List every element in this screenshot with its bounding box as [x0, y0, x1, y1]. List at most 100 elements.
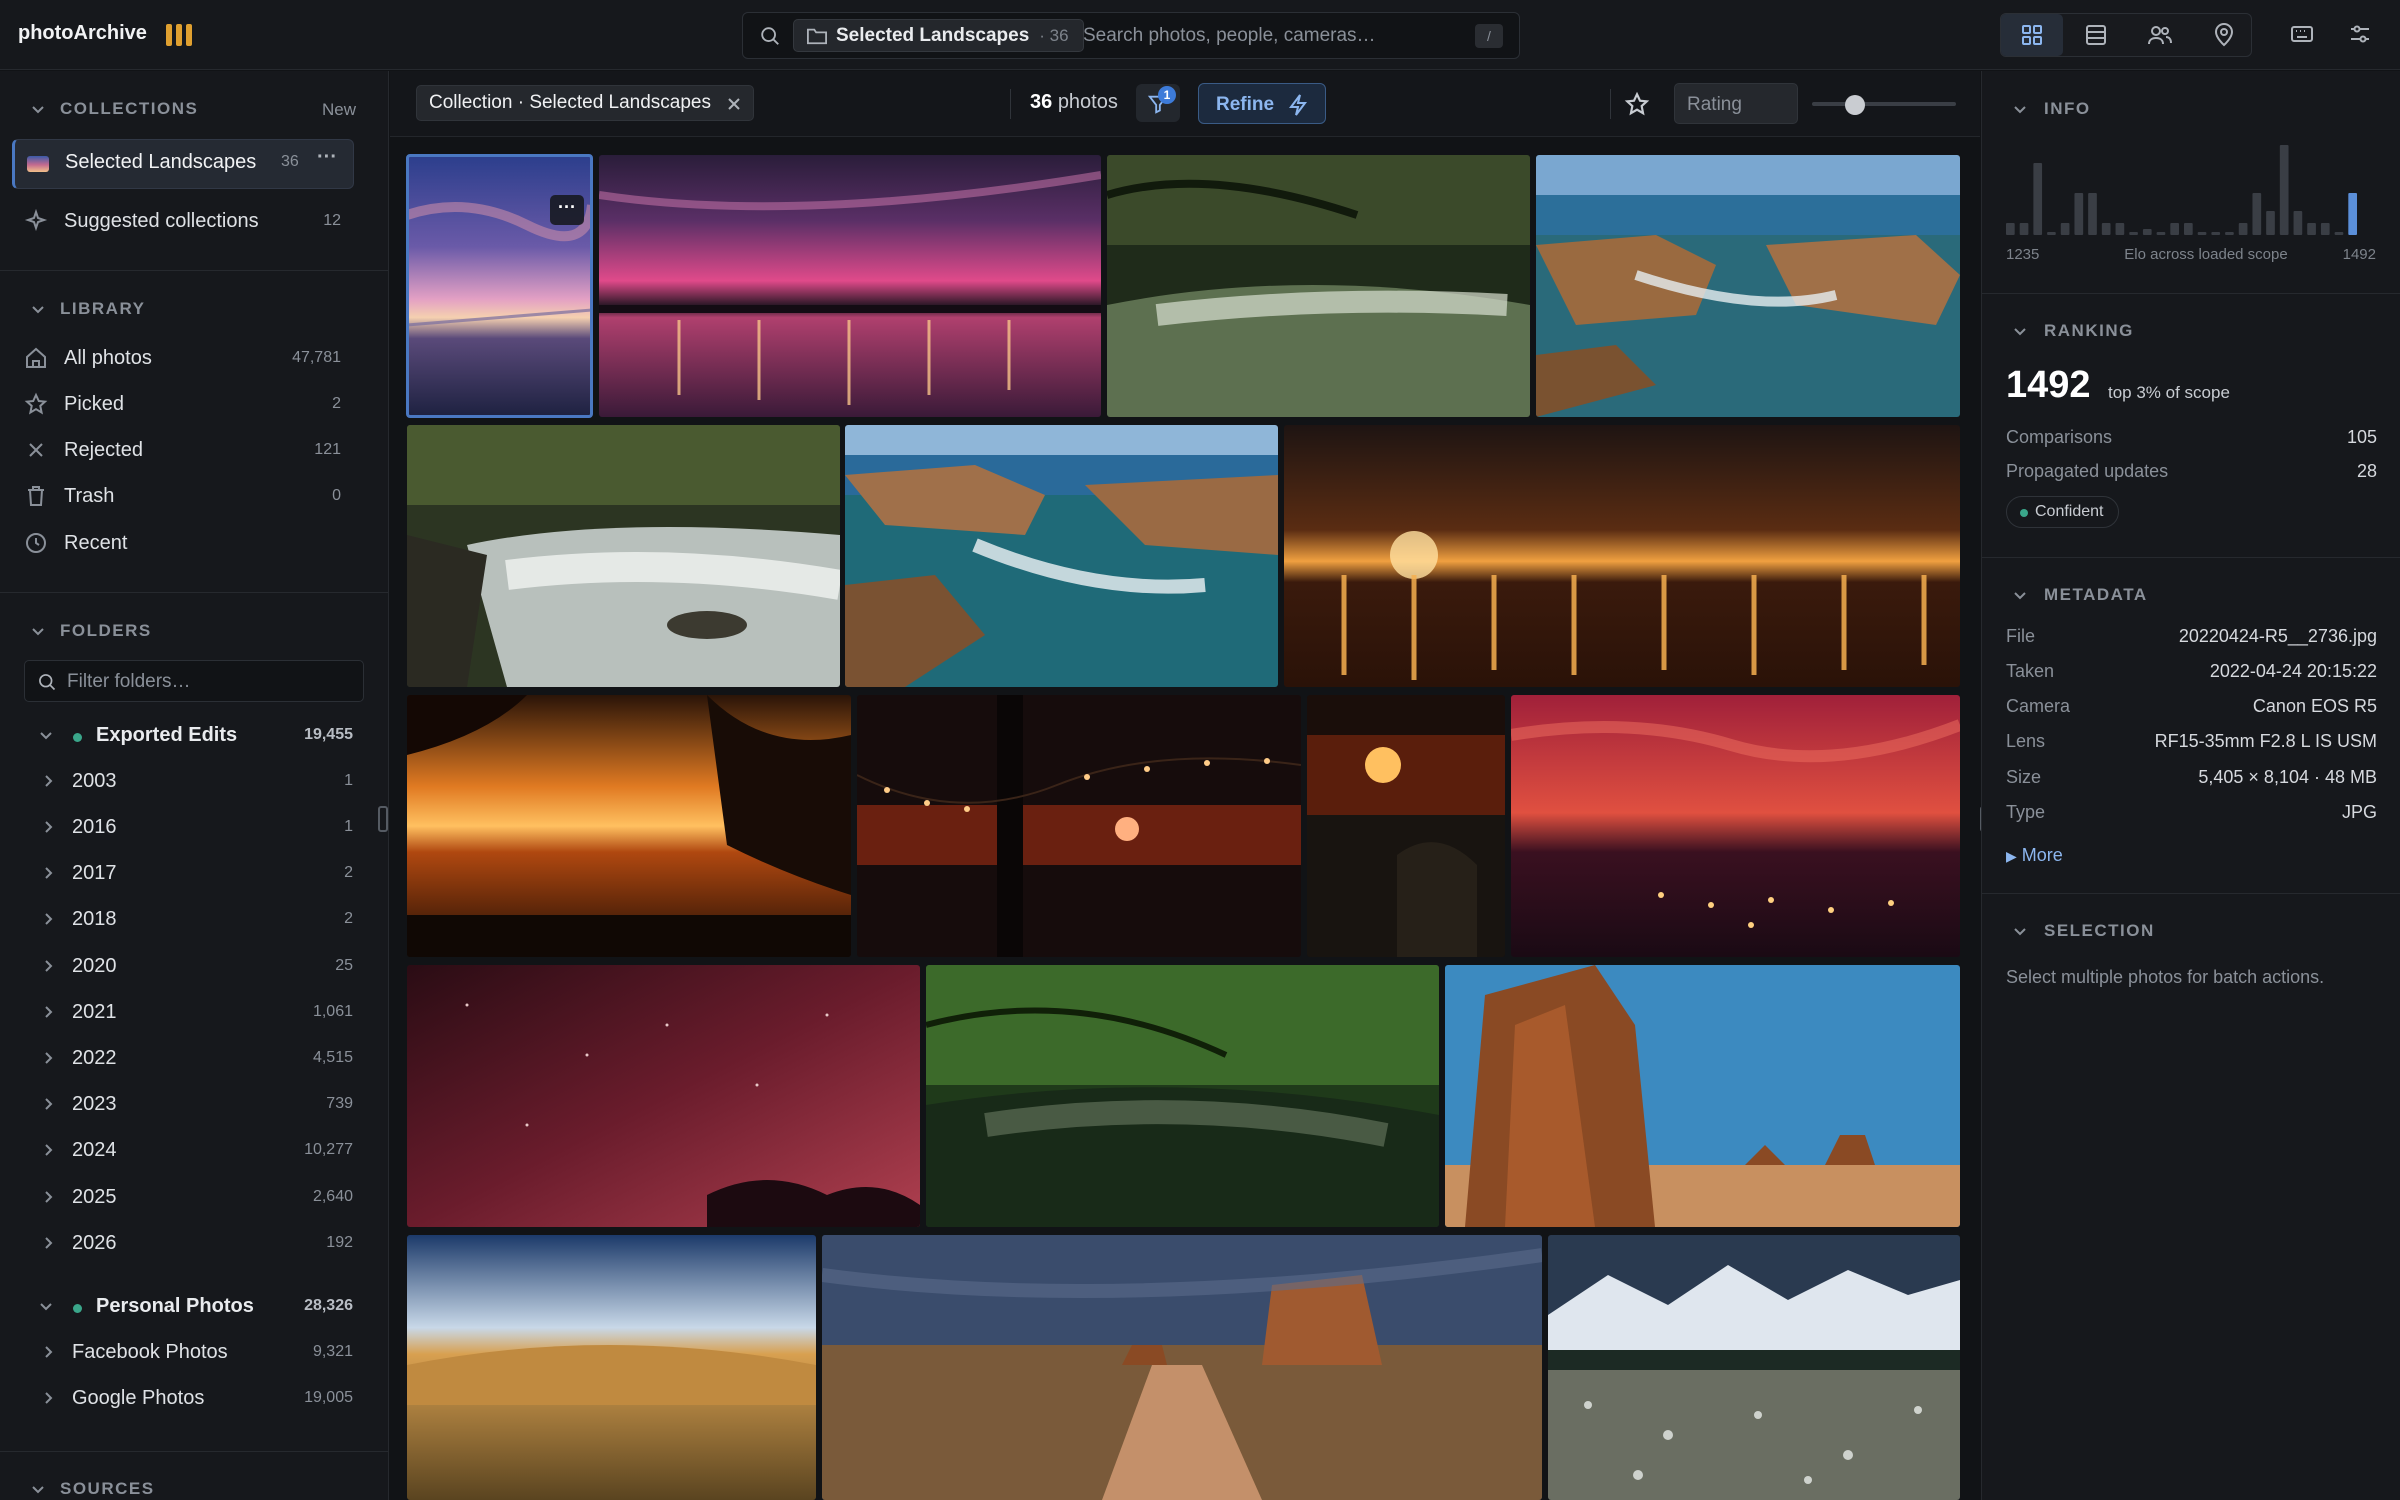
photo-thumbnail[interactable]: [822, 1235, 1542, 1500]
thumbnail-size-slider-thumb[interactable]: [1845, 95, 1866, 115]
metadata-more-toggle[interactable]: ▶ More: [2006, 845, 2063, 866]
folder-group-exported-edits[interactable]: Exported Edits 19,455: [0, 715, 389, 755]
chevron-right-icon: [45, 821, 53, 833]
new-collection-button[interactable]: New: [322, 100, 356, 120]
chevron-down-icon: [2014, 106, 2026, 114]
folder-filter-input[interactable]: Filter folders…: [24, 660, 364, 702]
elo-histogram: [2006, 141, 2362, 235]
home-icon: [26, 347, 46, 368]
library-item-all-photos[interactable]: All photos 47,781: [0, 338, 389, 378]
logo-bars-icon: [166, 24, 192, 46]
library-item-picked[interactable]: Picked 2: [0, 384, 389, 424]
photo-thumbnail[interactable]: [857, 695, 1301, 957]
collection-item-selected-landscapes[interactable]: Selected Landscapes 36 ···: [12, 139, 354, 189]
chevron-down-icon: [32, 1486, 44, 1494]
more-options-icon[interactable]: ···: [550, 195, 584, 225]
more-options-icon[interactable]: ···: [317, 146, 337, 169]
sources-header[interactable]: SOURCES: [30, 1479, 155, 1499]
folders-header[interactable]: FOLDERS: [30, 621, 152, 641]
photo-thumbnail[interactable]: [926, 965, 1439, 1227]
folder-item-2003[interactable]: 2003 1: [0, 761, 389, 801]
photo-thumbnail[interactable]: [1445, 965, 1960, 1227]
scope-filter-tag[interactable]: Collection · Selected Landscapes: [416, 85, 755, 121]
folder-item-2021[interactable]: 2021 1,061: [0, 992, 389, 1032]
photo-thumbnail[interactable]: [1307, 695, 1505, 957]
photo-thumbnail[interactable]: [1536, 155, 1960, 417]
chevron-right-icon: [45, 913, 53, 925]
left-panel-resize-handle[interactable]: [378, 806, 388, 832]
folder-item-2017[interactable]: 2017 2: [0, 853, 389, 893]
folder-item-2022[interactable]: 2022 4,515: [0, 1038, 389, 1078]
selection-header[interactable]: SELECTION: [2012, 921, 2155, 941]
collection-item-suggested[interactable]: Suggested collections 12: [0, 201, 389, 241]
rank-percentile: top 3% of scope: [2108, 383, 2230, 402]
selection-hint: Select multiple photos for batch actions…: [2006, 967, 2325, 987]
rating-select[interactable]: Rating: [1674, 83, 1798, 124]
info-header[interactable]: INFO: [2012, 99, 2091, 119]
metadata-header[interactable]: METADATA: [2012, 585, 2148, 605]
keyboard-icon[interactable]: [2290, 22, 2314, 46]
close-icon[interactable]: [725, 95, 743, 113]
chevron-down-icon: [32, 106, 44, 114]
folder-item-2016[interactable]: 2016 1: [0, 807, 389, 847]
folder-group-personal-photos[interactable]: Personal Photos 28,326: [0, 1286, 389, 1326]
view-grid-button[interactable]: [2001, 14, 2063, 56]
photo-thumbnail[interactable]: [407, 425, 840, 687]
ranking-row: Comparisons 105: [2006, 427, 2377, 447]
search-scope-chip[interactable]: Selected Landscapes · 36: [793, 19, 1084, 52]
view-table-button[interactable]: [2065, 14, 2127, 56]
view-map-button[interactable]: [2193, 14, 2255, 56]
photo-thumbnail[interactable]: [1548, 1235, 1960, 1500]
chevron-right-icon: [45, 1144, 53, 1156]
library-item-trash[interactable]: Trash 0: [0, 476, 389, 516]
histogram-bar: [2320, 223, 2330, 235]
view-people-button[interactable]: [2129, 14, 2191, 56]
histogram-max-label: 1492: [2342, 246, 2376, 263]
chevron-down-icon: [2014, 328, 2026, 336]
photo-thumbnail[interactable]: [407, 695, 851, 957]
filter-button[interactable]: 1: [1136, 84, 1180, 122]
grid-icon: [2022, 25, 2042, 45]
left-sidebar: COLLECTIONS New Selected Landscapes 36 ·…: [0, 71, 389, 1500]
histogram-bar: [2129, 232, 2138, 235]
collections-header[interactable]: COLLECTIONS: [30, 99, 198, 119]
folder-item-2020[interactable]: 2020 25: [0, 946, 389, 986]
thumbnail-size-slider[interactable]: [1812, 102, 1956, 106]
photo-thumbnail[interactable]: [407, 965, 920, 1227]
folder-item-google-photos[interactable]: Google Photos 19,005: [0, 1378, 389, 1418]
folder-item-2018[interactable]: 2018 2: [0, 899, 389, 939]
table-icon: [2086, 25, 2106, 45]
chevron-right-icon: [45, 1052, 53, 1064]
star-icon[interactable]: [1624, 91, 1650, 117]
library-header[interactable]: LIBRARY: [30, 299, 145, 319]
search-input[interactable]: Search photos, people, cameras…: [1083, 25, 1376, 47]
folder-item-facebook-photos[interactable]: Facebook Photos 9,321: [0, 1332, 389, 1372]
photo-thumbnail[interactable]: [1107, 155, 1530, 417]
refine-button[interactable]: Refine: [1198, 83, 1326, 124]
search-bar[interactable]: Selected Landscapes · 36 Search photos, …: [742, 12, 1520, 59]
settings-sliders-icon[interactable]: [2348, 22, 2372, 46]
photo-thumbnail[interactable]: [1284, 425, 1960, 687]
filter-count-badge: 1: [1158, 86, 1176, 104]
photo-thumbnail[interactable]: [1511, 695, 1960, 957]
chevron-right-icon: [45, 1006, 53, 1018]
lightning-icon: [1289, 94, 1307, 116]
chevron-right-icon: [45, 1346, 53, 1358]
folder-item-2025[interactable]: 2025 2,640: [0, 1177, 389, 1217]
library-item-rejected[interactable]: Rejected 121: [0, 430, 389, 470]
folder-item-2026[interactable]: 2026 192: [0, 1223, 389, 1263]
chevron-right-icon: [45, 960, 53, 972]
app-logo[interactable]: photoArchive: [18, 22, 147, 45]
folder-item-2023[interactable]: 2023 739: [0, 1084, 389, 1124]
status-dot: [73, 1304, 82, 1313]
collection-label: Selected Landscapes: [65, 151, 257, 173]
photo-thumbnail[interactable]: [407, 1235, 816, 1500]
library-item-recent[interactable]: Recent: [0, 523, 389, 563]
histogram-bar: [2307, 223, 2316, 235]
photo-thumbnail[interactable]: ···: [406, 154, 593, 418]
photo-thumbnail[interactable]: [845, 425, 1278, 687]
folder-item-2024[interactable]: 2024 10,277: [0, 1130, 389, 1170]
photo-thumbnail[interactable]: [599, 155, 1101, 417]
histogram-bar: [2197, 232, 2207, 235]
ranking-header[interactable]: RANKING: [2012, 321, 2134, 341]
